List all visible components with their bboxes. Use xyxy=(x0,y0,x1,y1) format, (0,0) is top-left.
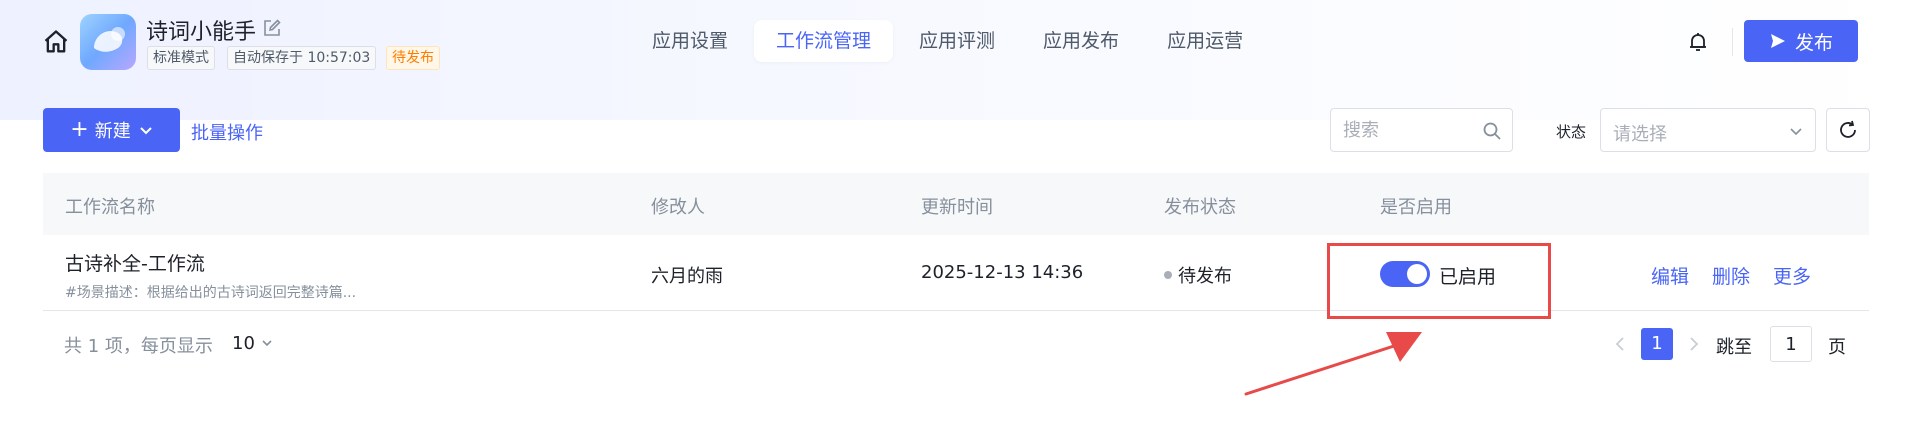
chevron-right-icon[interactable] xyxy=(1684,334,1704,354)
workflow-publish-status: 待发布 xyxy=(1164,262,1232,288)
status-filter-label: 状态 xyxy=(1556,123,1587,141)
publish-status-text: 待发布 xyxy=(1178,266,1232,287)
page-suffix-label: 页 xyxy=(1828,337,1846,358)
status-dot-icon xyxy=(1164,271,1172,279)
more-action[interactable]: 更多 xyxy=(1773,262,1811,289)
table-row: 古诗补全-工作流 #场景描述：根据给出的古诗词返回完整诗篇... 六月的雨 20… xyxy=(43,235,1869,311)
search-box xyxy=(1330,108,1513,152)
new-button[interactable]: + 新建 xyxy=(43,108,180,152)
workflow-name[interactable]: 古诗补全-工作流 xyxy=(65,249,205,276)
status-select-placeholder: 请选择 xyxy=(1613,124,1667,145)
plus-icon: + xyxy=(70,117,89,142)
enable-toggle[interactable] xyxy=(1380,261,1430,287)
search-icon[interactable] xyxy=(1482,121,1502,141)
home-icon[interactable] xyxy=(42,28,70,56)
new-button-label: 新建 xyxy=(94,121,131,142)
chevron-down-icon xyxy=(1790,128,1802,136)
enable-toggle-label: 已启用 xyxy=(1439,266,1497,288)
toggle-knob xyxy=(1407,264,1427,284)
send-icon xyxy=(1770,34,1785,48)
status-select[interactable]: 请选择 xyxy=(1600,108,1816,152)
pagination-total: 共 1 项，每页显示 xyxy=(64,336,213,357)
page-size-select[interactable]: 10 xyxy=(232,333,273,354)
column-header-modifier: 修改人 xyxy=(651,197,705,218)
header-divider xyxy=(1732,28,1733,56)
page-number-current[interactable]: 1 xyxy=(1641,328,1673,360)
refresh-button[interactable] xyxy=(1826,108,1870,152)
tab-app-publish[interactable]: 应用发布 xyxy=(1021,20,1141,62)
mode-tag: 标准模式 xyxy=(147,46,215,70)
tab-app-settings[interactable]: 应用设置 xyxy=(630,20,750,62)
workflow-modifier: 六月的雨 xyxy=(651,266,723,287)
app-header: 诗词小能手 标准模式 自动保存于 10:57:03 待发布 应用设置 工作流管理… xyxy=(0,0,1920,84)
column-header-name: 工作流名称 xyxy=(65,197,155,218)
column-header-updated: 更新时间 xyxy=(921,197,993,218)
edit-icon[interactable] xyxy=(262,18,282,38)
app-name: 诗词小能手 xyxy=(146,20,257,45)
batch-operation-link[interactable]: 批量操作 xyxy=(191,119,263,145)
column-header-publish-status: 发布状态 xyxy=(1164,197,1236,218)
publish-button-label: 发布 xyxy=(1794,31,1833,54)
column-header-enabled: 是否启用 xyxy=(1380,197,1452,218)
app-logo xyxy=(80,14,136,70)
tab-app-operations[interactable]: 应用运营 xyxy=(1145,20,1265,62)
jump-to-input[interactable] xyxy=(1770,326,1812,362)
table-header: 工作流名称 修改人 更新时间 发布状态 是否启用 xyxy=(43,173,1869,235)
chevron-down-icon xyxy=(140,127,152,135)
edit-action[interactable]: 编辑 xyxy=(1651,262,1689,289)
chevron-down-icon xyxy=(262,340,272,347)
publish-button[interactable]: 发布 xyxy=(1744,20,1858,62)
bell-icon[interactable] xyxy=(1686,30,1710,54)
delete-action[interactable]: 删除 xyxy=(1712,262,1750,289)
status-badge: 待发布 xyxy=(386,46,440,70)
tab-app-evaluation[interactable]: 应用评测 xyxy=(897,20,1017,62)
annotation-arrow-icon xyxy=(1244,332,1422,396)
page-size-value: 10 xyxy=(232,333,255,354)
chevron-left-icon[interactable] xyxy=(1610,334,1630,354)
refresh-icon xyxy=(1840,120,1856,138)
workflow-description: #场景描述：根据给出的古诗词返回完整诗篇... xyxy=(65,285,357,301)
jump-to-label: 跳至 xyxy=(1716,337,1752,358)
autosave-tag: 自动保存于 10:57:03 xyxy=(227,46,377,70)
tab-workflow-management[interactable]: 工作流管理 xyxy=(754,20,894,62)
workflow-updated-time: 2025-12-13 14:36 xyxy=(921,262,1084,283)
search-input[interactable] xyxy=(1343,119,1483,141)
main-nav: 应用设置 工作流管理 应用评测 应用发布 应用运营 xyxy=(630,20,1269,62)
